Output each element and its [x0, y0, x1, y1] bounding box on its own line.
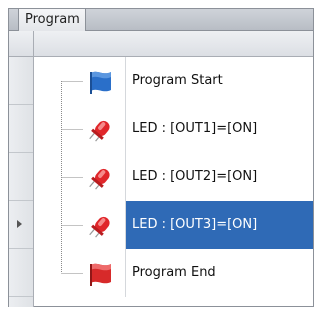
tree-row-led-out1[interactable]: LED : [OUT1]=[ON] — [35, 105, 313, 153]
row-header[interactable] — [9, 201, 33, 249]
grid-header-corner — [9, 31, 34, 57]
program-window: Program Program Start LED: [OUT1]=[ON] … — [0, 0, 321, 314]
row-gutter — [9, 57, 34, 307]
tree-row-led-out2[interactable]: LED : [OUT2]=[ON] — [35, 153, 313, 201]
blue-flag-icon — [90, 71, 111, 94]
row-label: Program End — [125, 249, 313, 297]
tab-program[interactable]: Program — [18, 8, 86, 31]
row-header[interactable] — [9, 249, 33, 297]
current-row-arrow-icon — [17, 220, 22, 228]
red-led-icon — [89, 168, 110, 190]
grid-header — [9, 31, 313, 57]
red-led-icon — [89, 216, 110, 238]
program-panel: Program Start LED : [OUT1]=[ON] LED: [O… — [8, 30, 314, 307]
tree-row-program-start[interactable]: Program Start — [35, 57, 313, 105]
row-label: LED : [OUT1]=[ON] — [125, 105, 313, 153]
row-label: Program Start — [125, 57, 313, 105]
tree-row-led-out3[interactable]: LED : [OUT3]=[ON] — [35, 201, 313, 249]
row-label: LED : [OUT3]=[ON] — [125, 201, 313, 249]
tree-row-program-end[interactable]: Program End — [35, 249, 313, 297]
row-label: LED : [OUT2]=[ON] — [125, 153, 313, 201]
row-header[interactable] — [9, 153, 33, 201]
row-header[interactable] — [9, 105, 33, 153]
row-header[interactable] — [9, 57, 33, 105]
red-led-icon — [89, 120, 110, 142]
red-flag-icon — [90, 263, 111, 286]
